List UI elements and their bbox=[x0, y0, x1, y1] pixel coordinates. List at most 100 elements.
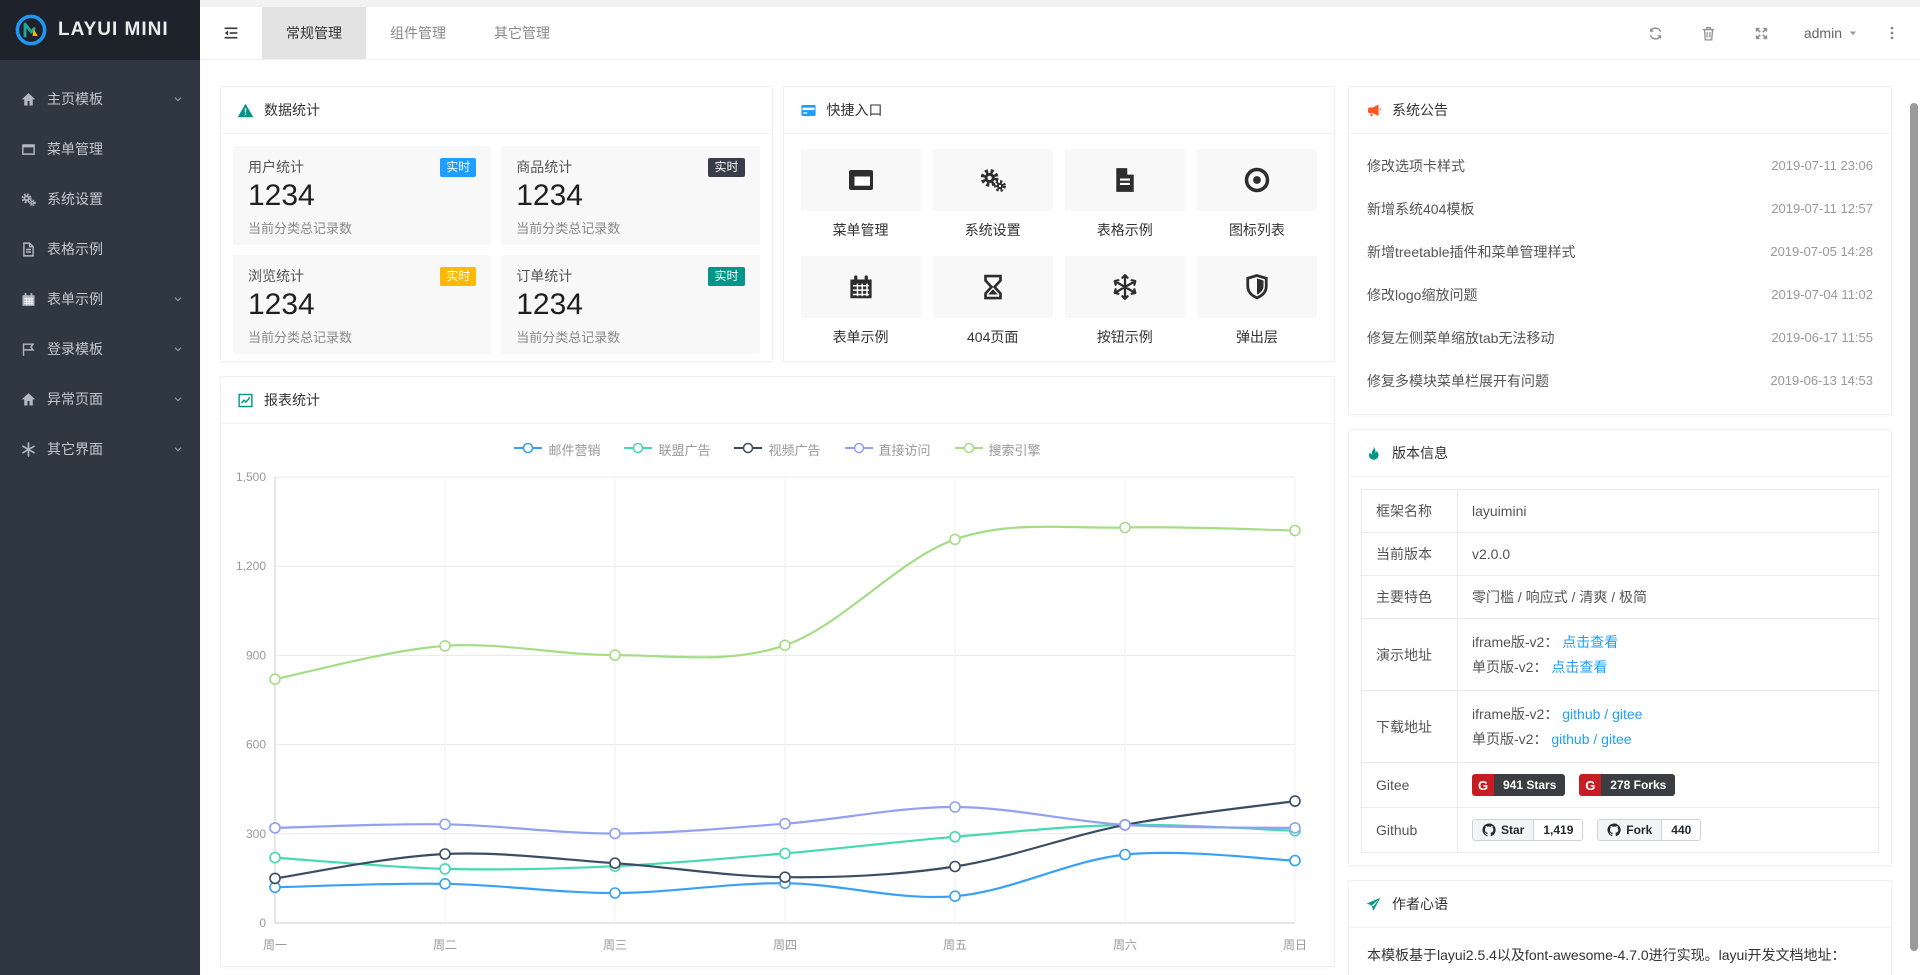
quick-entry-table-demo[interactable]: 表格示例 bbox=[1065, 149, 1185, 240]
trash-icon[interactable] bbox=[1700, 25, 1717, 42]
stat-panel-top: 商品统计实时 bbox=[516, 157, 744, 177]
quick-entry-icon-list[interactable]: 图标列表 bbox=[1197, 149, 1317, 240]
download-iframe-github-link[interactable]: github bbox=[1562, 706, 1600, 722]
legend-item-直接访问[interactable]: 直接访问 bbox=[845, 440, 931, 459]
table-row: 演示地址 iframe版-v2： 点击查看 单页版-v2： 点击查看 bbox=[1362, 619, 1879, 691]
sidebar-item-label: 表单示例 bbox=[47, 289, 172, 309]
announcement-text: 新增系统404模板 bbox=[1367, 199, 1474, 219]
announcement-text: 修复多模块菜单栏展开有问题 bbox=[1367, 371, 1549, 391]
demo-url-label: 演示地址 bbox=[1362, 619, 1458, 691]
stat-realtime-badge: 实时 bbox=[708, 267, 744, 286]
github-star-button[interactable]: Star bbox=[1472, 819, 1534, 841]
demo-iframe-link[interactable]: 点击查看 bbox=[1562, 634, 1618, 650]
octocat-icon bbox=[1482, 823, 1496, 837]
announcement-row[interactable]: 修改选项卡样式2019-07-11 23:06 bbox=[1367, 144, 1873, 187]
sidebar-collapse-button[interactable] bbox=[200, 7, 262, 59]
content: 数据统计 用户统计实时1234当前分类总记录数商品统计实时1234当前分类总记录… bbox=[200, 60, 1920, 975]
announcement-time: 2019-06-17 11:55 bbox=[1771, 330, 1873, 345]
gitee-forks-badge[interactable]: G 278 Forks bbox=[1579, 774, 1675, 796]
legend-item-搜索引擎[interactable]: 搜索引擎 bbox=[955, 440, 1041, 459]
sidebar-item-form-demo[interactable]: 表单示例 bbox=[0, 274, 200, 324]
quick-entry-menu-manage[interactable]: 菜单管理 bbox=[801, 149, 921, 240]
author-title: 作者心语 bbox=[1392, 894, 1448, 914]
demo-spa-link[interactable]: 点击查看 bbox=[1551, 659, 1607, 675]
link-separator: / bbox=[1600, 706, 1612, 722]
legend-item-邮件营销[interactable]: 邮件营销 bbox=[514, 440, 600, 459]
admin-username: admin bbox=[1804, 25, 1842, 41]
chevron-down-icon bbox=[172, 393, 184, 405]
download-iframe-gitee-link[interactable]: gitee bbox=[1612, 706, 1642, 722]
file-solid-icon bbox=[1065, 149, 1185, 211]
stat-panel-orders: 订单统计实时1234当前分类总记录数 bbox=[501, 255, 759, 354]
legend-marker-icon bbox=[955, 442, 983, 457]
gitee-stars-badge[interactable]: G 941 Stars bbox=[1472, 774, 1565, 796]
paper-plane-icon bbox=[1365, 896, 1382, 913]
github-fork-button[interactable]: Fork bbox=[1597, 819, 1662, 841]
tab-general[interactable]: 常规管理 bbox=[262, 7, 366, 59]
fullscreen-icon[interactable] bbox=[1753, 25, 1770, 42]
announcement-row[interactable]: 新增treetable插件和菜单管理样式2019-07-05 14:28 bbox=[1367, 230, 1873, 273]
announcement-row[interactable]: 修改logo缩放问题2019-07-04 11:02 bbox=[1367, 273, 1873, 316]
sidebar-item-label: 登录模板 bbox=[47, 339, 172, 359]
refresh-icon[interactable] bbox=[1647, 25, 1664, 42]
legend-label: 联盟广告 bbox=[658, 440, 710, 459]
line-chart: 03006009001,2001,500周一周二周三周四周五周六周日 bbox=[227, 461, 1313, 959]
download-spa-gitee-link[interactable]: gitee bbox=[1601, 731, 1631, 747]
tab-other[interactable]: 其它管理 bbox=[470, 7, 574, 59]
stat-label: 商品统计 bbox=[516, 157, 572, 177]
announcement-time: 2019-06-13 14:53 bbox=[1770, 373, 1873, 388]
download-spa-github-link[interactable]: github bbox=[1551, 731, 1589, 747]
legend-item-联盟广告[interactable]: 联盟广告 bbox=[624, 440, 710, 459]
report-card-header: 报表统计 bbox=[221, 377, 1334, 424]
sidebar-item-table-demo[interactable]: 表格示例 bbox=[0, 224, 200, 274]
quick-entry-button-demo[interactable]: 按钮示例 bbox=[1065, 256, 1185, 347]
stat-label: 用户统计 bbox=[248, 157, 304, 177]
announcement-row[interactable]: 修复多模块菜单栏展开有问题 2019-06-13 14:53 bbox=[1367, 359, 1873, 402]
sidebar-menu: 主页模板菜单管理系统设置表格示例表单示例登录模板异常页面其它界面 bbox=[0, 60, 200, 474]
stat-desc: 当前分类总记录数 bbox=[516, 218, 744, 237]
quick-entry-system-settings[interactable]: 系统设置 bbox=[933, 149, 1053, 240]
vertical-scrollbar[interactable] bbox=[1910, 103, 1918, 951]
quick-entry-header: 快捷入口 bbox=[784, 87, 1335, 134]
line-chart-icon bbox=[237, 392, 254, 409]
more-options-icon[interactable] bbox=[1884, 25, 1900, 41]
topbar-actions: admin bbox=[1611, 7, 1920, 59]
announcement-row[interactable]: 新增系统404模板 2019-07-11 12:57 bbox=[1367, 187, 1873, 230]
tab-components[interactable]: 组件管理 bbox=[366, 7, 470, 59]
table-row: Github Star 1,419 bbox=[1362, 808, 1879, 853]
sidebar: LAYUI MINI 主页模板菜单管理系统设置表格示例表单示例登录模板异常页面其… bbox=[0, 0, 200, 975]
sidebar-item-login-template[interactable]: 登录模板 bbox=[0, 324, 200, 374]
right-column: 系统公告 修改选项卡样式2019-07-11 23:06 新增系统404模板 201… bbox=[1348, 86, 1892, 967]
sidebar-item-menu-manage[interactable]: 菜单管理 bbox=[0, 124, 200, 174]
sidebar-item-error-pages[interactable]: 异常页面 bbox=[0, 374, 200, 424]
quick-entry-popup-layer[interactable]: 弹出层 bbox=[1197, 256, 1317, 347]
sidebar-item-system-settings[interactable]: 系统设置 bbox=[0, 174, 200, 224]
current-version-value: v2.0.0 bbox=[1458, 533, 1879, 576]
main-area: 常规管理组件管理其它管理 admin bbox=[200, 0, 1920, 975]
quick-entry-grid: 菜单管理系统设置表格示例图标列表表单示例404页面按钮示例弹出层 bbox=[784, 134, 1335, 362]
legend-label: 邮件营销 bbox=[548, 440, 600, 459]
github-fork-count[interactable]: 440 bbox=[1662, 819, 1701, 841]
legend-item-视频广告[interactable]: 视频广告 bbox=[734, 440, 820, 459]
announcement-row[interactable]: 修复左侧菜单缩放tab无法移动2019-06-17 11:55 bbox=[1367, 316, 1873, 359]
quick-entry-label: 表格示例 bbox=[1065, 220, 1185, 240]
admin-dropdown[interactable]: admin bbox=[1804, 25, 1858, 41]
github-star-count[interactable]: 1,419 bbox=[1534, 819, 1583, 841]
quick-entry-form-demo[interactable]: 表单示例 bbox=[801, 256, 921, 347]
snowflake-icon bbox=[1065, 256, 1185, 318]
sidebar-item-other-ui[interactable]: 其它界面 bbox=[0, 424, 200, 474]
octocat-icon bbox=[1607, 823, 1621, 837]
author-body: 本模板基于layui2.5.4以及font-awesome-4.7.0进行实现。… bbox=[1349, 928, 1891, 975]
sidebar-item-home-template[interactable]: 主页模板 bbox=[0, 74, 200, 124]
announcements-title: 系统公告 bbox=[1392, 100, 1448, 120]
chart-area: 03006009001,2001,500周一周二周三周四周五周六周日 bbox=[221, 461, 1334, 966]
table-row: 下载地址 iframe版-v2： github / gitee 单页版-v2： … bbox=[1362, 691, 1879, 763]
svg-text:600: 600 bbox=[246, 738, 266, 752]
features-value: 零门槛 / 响应式 / 清爽 / 极简 bbox=[1458, 576, 1879, 619]
quick-entry-page-404[interactable]: 404页面 bbox=[933, 256, 1053, 347]
stat-label: 订单统计 bbox=[516, 266, 572, 286]
announcement-time: 2019-07-11 12:57 bbox=[1771, 201, 1873, 216]
gitee-badges: G 941 Stars G 278 Forks bbox=[1458, 763, 1879, 808]
legend-marker-icon bbox=[514, 442, 542, 457]
legend-marker-icon bbox=[734, 442, 762, 457]
